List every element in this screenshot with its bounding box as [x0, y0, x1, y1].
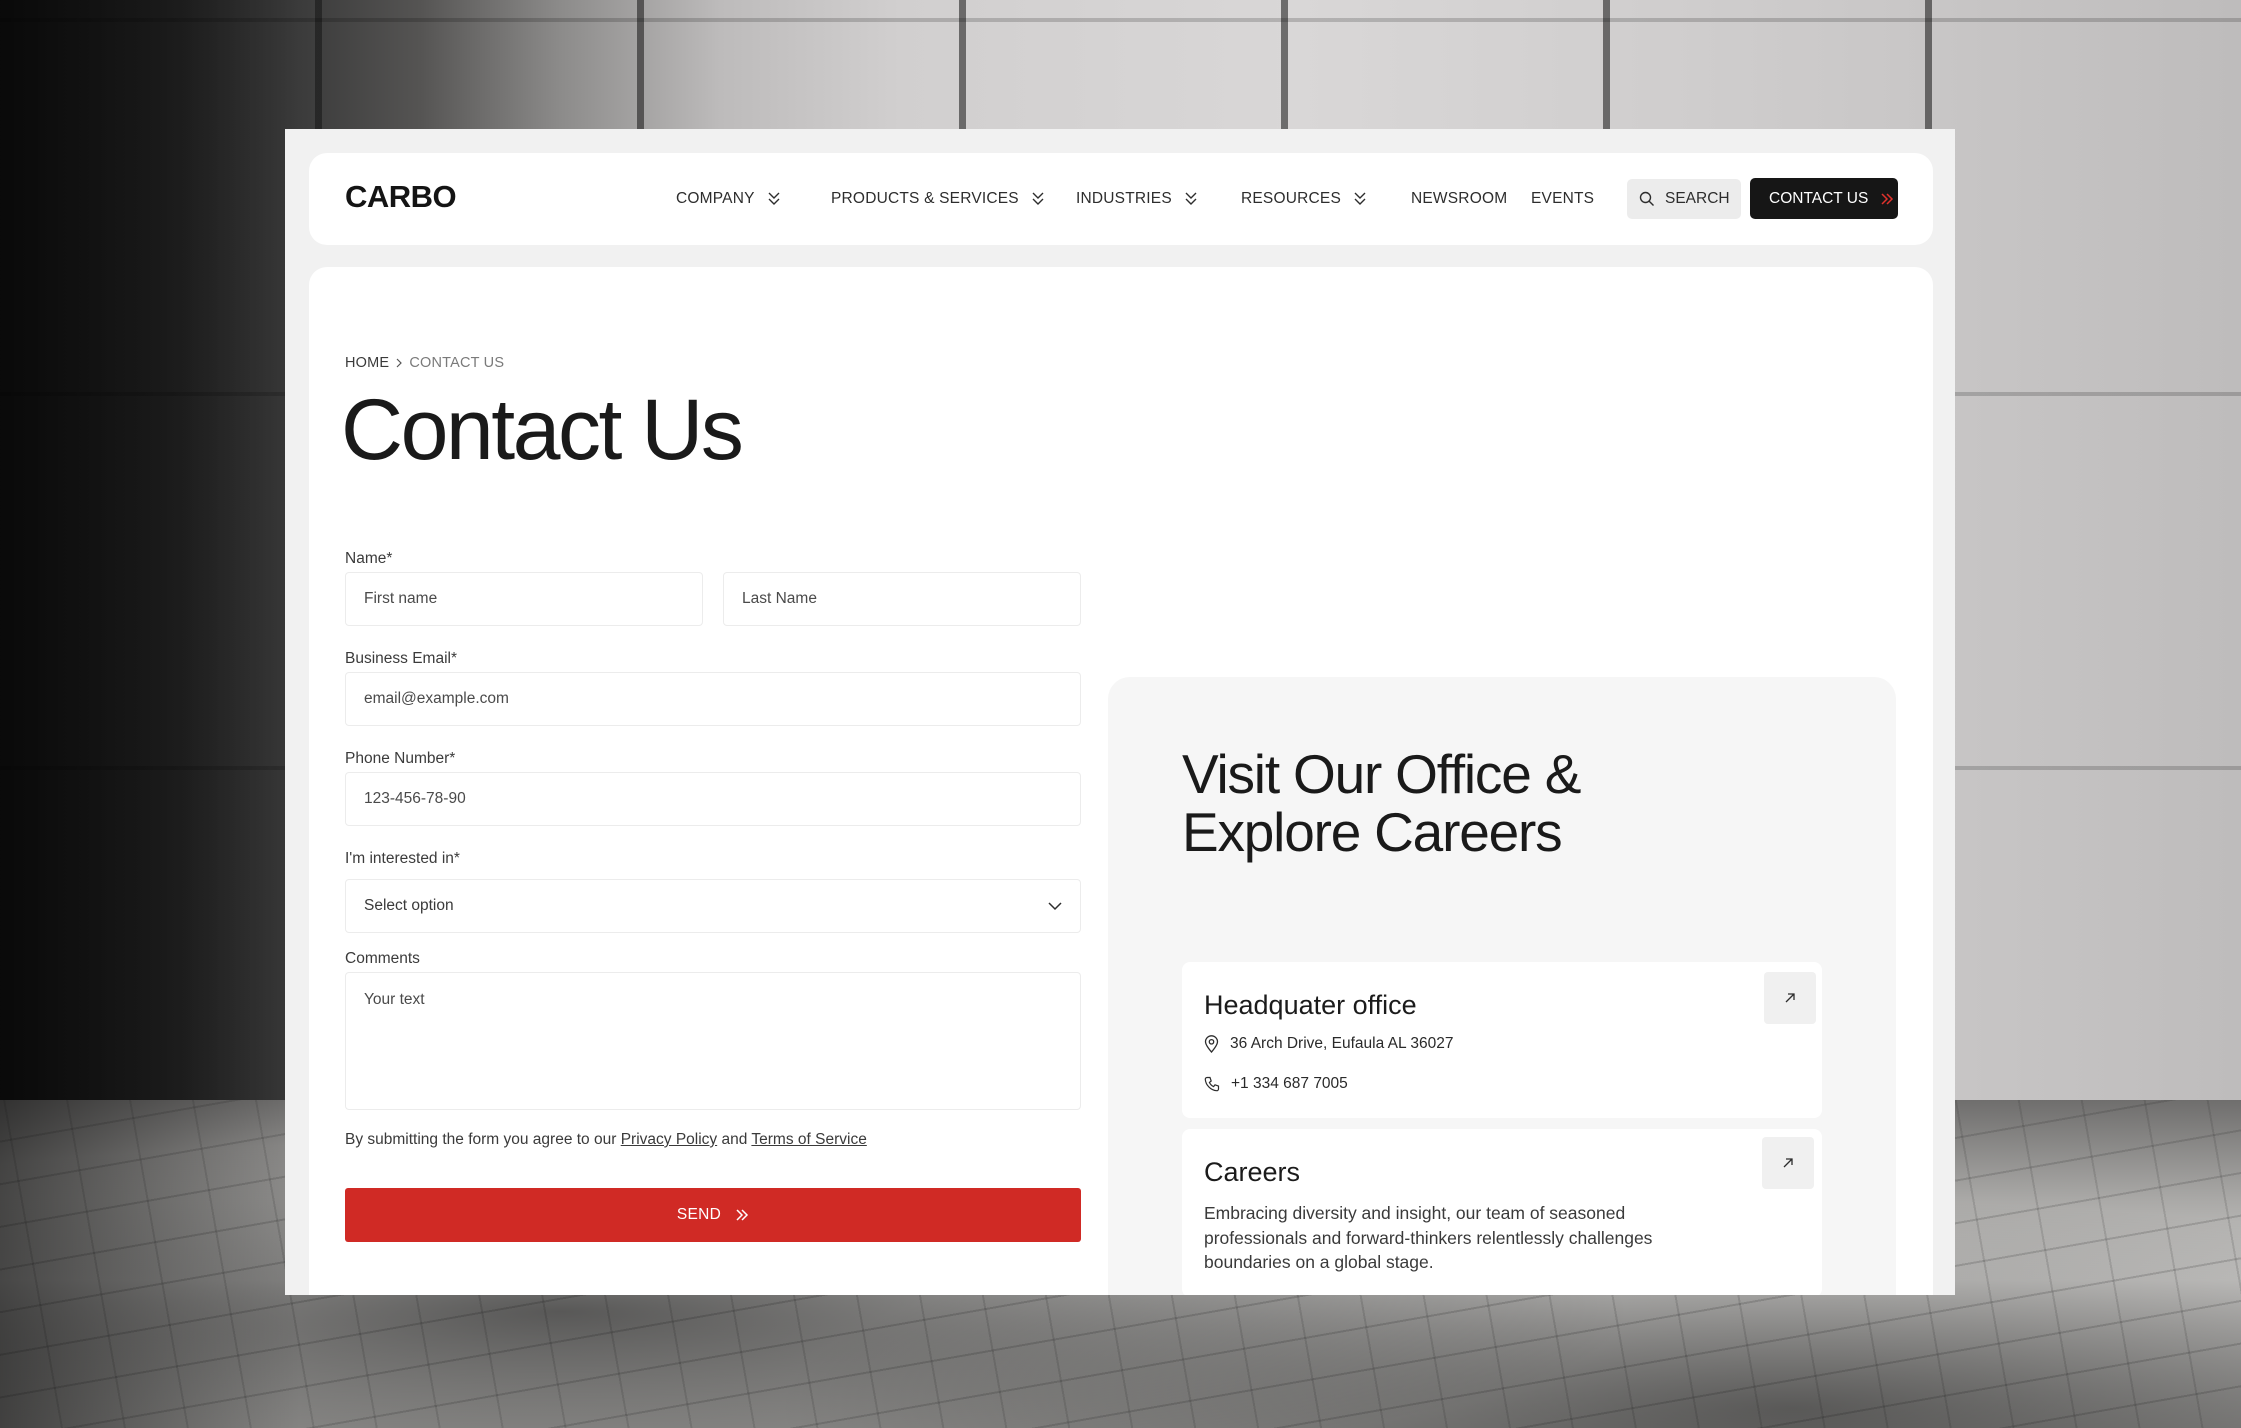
office-careers-panel: Visit Our Office & Explore Careers Headq… [1108, 677, 1896, 1295]
nav-item-products-services[interactable]: PRODUCTS & SERVICES [831, 184, 1045, 214]
map-pin-icon [1204, 1035, 1219, 1053]
search-button[interactable]: SEARCH [1627, 179, 1741, 219]
nav-item-resources[interactable]: RESOURCES [1241, 184, 1367, 214]
chevron-right-icon [396, 358, 403, 368]
consent-prefix: By submitting the form you agree to our [345, 1131, 617, 1148]
breadcrumb-current: CONTACT US [409, 355, 505, 371]
consent-text: By submitting the form you agree to our … [345, 1131, 867, 1149]
browser-frame: CARBO COMPANY PRODUCTS & SERVICES INDUST… [285, 129, 1955, 1295]
interest-label: I'm interested in* [345, 850, 460, 867]
panel-title-line1: Visit Our Office & [1182, 743, 1581, 805]
double-chevron-down-icon [1185, 192, 1197, 205]
careers-description: Embracing diversity and insight, our tea… [1204, 1203, 1653, 1272]
interest-select[interactable]: Select option [345, 879, 1081, 933]
careers-open-button[interactable] [1762, 1137, 1814, 1189]
terms-of-service-link[interactable]: Terms of Service [751, 1131, 866, 1148]
headquarters-phone[interactable]: +1 334 687 7005 [1231, 1075, 1348, 1093]
double-chevron-down-icon [1032, 192, 1044, 205]
double-chevron-down-icon [768, 192, 780, 205]
email-label: Business Email* [345, 650, 457, 667]
nav-item-label: NEWSROOM [1411, 190, 1508, 207]
nav-item-industries[interactable]: INDUSTRIES [1076, 184, 1198, 214]
double-chevron-right-icon [736, 1209, 749, 1221]
consent-and: and [721, 1131, 748, 1148]
phone-field[interactable] [345, 772, 1081, 826]
send-button[interactable]: SEND [345, 1188, 1081, 1242]
search-button-label: SEARCH [1665, 190, 1730, 207]
nav-item-label: EVENTS [1531, 190, 1595, 207]
headquarters-address-row: 36 Arch Drive, Eufaula AL 36027 [1204, 1035, 1453, 1053]
arrow-up-right-icon [1783, 1158, 1793, 1168]
nav-item-label: RESOURCES [1241, 190, 1341, 207]
send-button-label: SEND [676, 1206, 722, 1223]
contact-us-button-label: CONTACT US [1769, 189, 1869, 207]
panel-title-line2: Explore Careers [1182, 801, 1563, 863]
phone-label: Phone Number* [345, 750, 456, 767]
nav-item-label: COMPANY [676, 190, 755, 207]
main-content: HOME CONTACT US Contact Us Name* Busines… [309, 267, 1933, 1295]
panel-title: Visit Our Office & Explore Careers [1182, 745, 1742, 861]
careers-title: Careers [1204, 1157, 1301, 1187]
arrow-up-right-icon [1785, 993, 1795, 1003]
interest-select-value: Select option [364, 897, 454, 914]
double-chevron-down-icon [1354, 192, 1366, 205]
top-navbar: CARBO COMPANY PRODUCTS & SERVICES INDUST… [309, 153, 1933, 245]
email-field[interactable] [345, 672, 1081, 726]
breadcrumb-home[interactable]: HOME [345, 355, 389, 371]
privacy-policy-link[interactable]: Privacy Policy [621, 1131, 717, 1148]
name-label: Name* [345, 550, 393, 567]
nav-item-newsroom[interactable]: NEWSROOM [1411, 184, 1507, 214]
last-name-field[interactable] [723, 572, 1081, 626]
brand-logo[interactable]: CARBO [345, 179, 457, 215]
nav-item-label: PRODUCTS & SERVICES [831, 190, 1019, 207]
chevron-down-icon [1048, 901, 1062, 910]
background-left-shade [0, 0, 300, 1428]
first-name-field[interactable] [345, 572, 703, 626]
headquarters-card[interactable]: Headquater office 36 Arch Drive, Eufaula… [1182, 962, 1822, 1118]
double-chevron-right-icon [1881, 192, 1894, 205]
contact-us-button[interactable]: CONTACT US [1750, 178, 1898, 219]
nav-item-events[interactable]: EVENTS [1531, 184, 1594, 214]
headquarters-open-button[interactable] [1764, 972, 1816, 1024]
phone-icon [1204, 1076, 1220, 1092]
comments-label: Comments [345, 950, 420, 967]
search-icon [1639, 191, 1654, 206]
nav-item-label: INDUSTRIES [1076, 190, 1172, 207]
headquarters-title: Headquater office [1204, 990, 1417, 1020]
headquarters-phone-row: +1 334 687 7005 [1204, 1075, 1348, 1093]
nav-item-company[interactable]: COMPANY [676, 184, 781, 214]
breadcrumb: HOME CONTACT US [345, 355, 504, 371]
careers-card[interactable]: Careers Embracing diversity and insight,… [1182, 1129, 1822, 1295]
headquarters-address: 36 Arch Drive, Eufaula AL 36027 [1230, 1035, 1454, 1052]
comments-field[interactable] [345, 972, 1081, 1110]
page-title: Contact Us [341, 382, 744, 478]
